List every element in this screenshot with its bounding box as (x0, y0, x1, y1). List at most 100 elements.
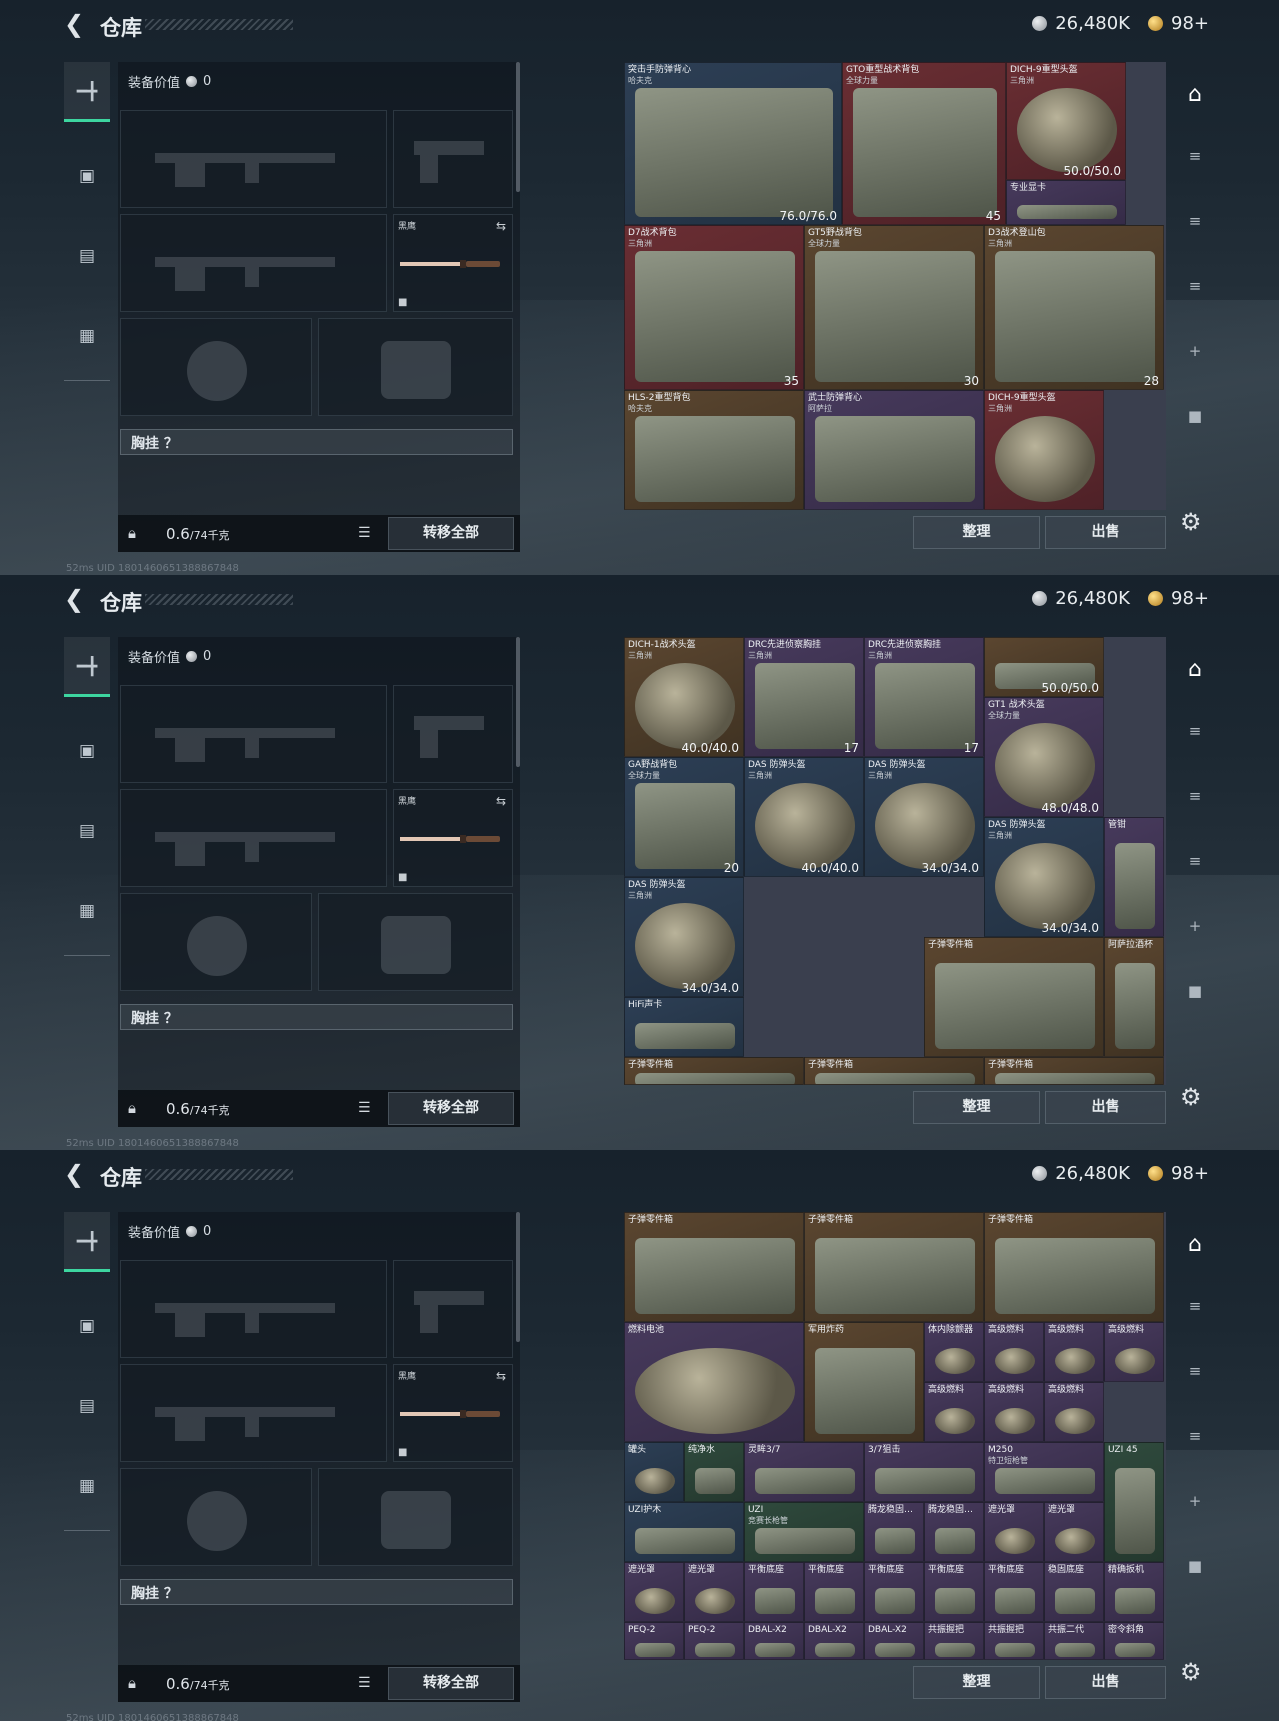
add-page-icon[interactable]: + (1172, 1492, 1218, 1510)
stash-page-2-icon[interactable]: ≡ (1172, 1297, 1218, 1315)
nav-item-weapons[interactable]: ━╋ (64, 637, 110, 697)
inventory-item[interactable]: 遮光罩 (684, 1562, 744, 1622)
scrollbar[interactable] (516, 637, 520, 767)
melee-slot[interactable]: 黑鹰 ⇆ ■ (393, 789, 513, 887)
inventory-item[interactable]: 平衡底座 (864, 1562, 924, 1622)
inventory-item[interactable]: DRC先进侦察胸挂 三角洲 17 (744, 637, 864, 757)
inventory-item[interactable]: 子弹零件箱 (624, 1057, 804, 1085)
inventory-item[interactable]: 高级燃料 (1044, 1322, 1104, 1382)
back-arrow-icon[interactable]: ❮ (64, 12, 84, 36)
secondary-weapon-slot[interactable] (120, 1364, 387, 1462)
stash-page-2-icon[interactable]: ≡ (1172, 722, 1218, 740)
stash-home-icon[interactable]: ⌂ (1172, 82, 1218, 107)
armor-slot[interactable] (318, 893, 513, 991)
scrollbar[interactable] (516, 62, 520, 192)
inventory-item[interactable]: HiFi声卡 (624, 997, 744, 1057)
swap-icon[interactable]: ⇆ (496, 1369, 506, 1383)
inventory-item[interactable]: 遮光罩 (984, 1502, 1044, 1562)
armor-slot[interactable] (318, 1468, 513, 1566)
inventory-item[interactable]: HLS-2重型背包 哈夫克 (624, 390, 804, 510)
inventory-item[interactable]: 50.0/50.0 (984, 637, 1104, 697)
chest-rig-slot[interactable]: 胸挂 ？ (120, 1579, 513, 1605)
inventory-item[interactable]: 军用炸药 (804, 1322, 924, 1442)
sort-button[interactable]: 整理 (913, 1091, 1040, 1124)
sidearm-slot[interactable] (393, 1260, 513, 1358)
swap-icon[interactable]: ⇆ (496, 794, 506, 808)
nav-item-backpack[interactable]: ▤ (64, 801, 110, 861)
inventory-item[interactable]: 共振握把 (984, 1622, 1044, 1660)
sidearm-slot[interactable] (393, 110, 513, 208)
lock-icon[interactable]: 🔒︎ (128, 1674, 136, 1692)
inventory-item[interactable]: GT1 战术头盔 全球力量 48.0/48.0 (984, 697, 1104, 817)
inventory-item[interactable]: GA野战背包 全球力量 20 (624, 757, 744, 877)
add-page-icon[interactable]: + (1172, 342, 1218, 360)
inventory-item[interactable]: DAS 防弹头盔 三角洲 34.0/34.0 (864, 757, 984, 877)
sidearm-slot[interactable] (393, 685, 513, 783)
helmet-slot[interactable] (120, 1468, 312, 1566)
inventory-item[interactable]: 3/7狙击 (864, 1442, 984, 1502)
nav-item-case[interactable]: ▦ (64, 306, 110, 366)
primary-weapon-slot[interactable] (120, 1260, 387, 1358)
stash-page-4-icon[interactable]: ≡ (1172, 1427, 1218, 1445)
primary-weapon-slot[interactable] (120, 110, 387, 208)
inventory-item[interactable]: 子弹零件箱 (624, 1212, 804, 1322)
stash-page-4-icon[interactable]: ≡ (1172, 852, 1218, 870)
inventory-item[interactable]: 共振握把 (924, 1622, 984, 1660)
sort-button[interactable]: 整理 (913, 1666, 1040, 1699)
swap-icon[interactable]: ⇆ (496, 219, 506, 233)
inventory-item[interactable]: 腾龙稳固… (924, 1502, 984, 1562)
primary-weapon-slot[interactable] (120, 685, 387, 783)
inventory-item[interactable]: D7战术背包 三角洲 35 (624, 225, 804, 390)
inventory-item[interactable]: 高级燃料 (1044, 1382, 1104, 1442)
inventory-item[interactable]: 高级燃料 (924, 1382, 984, 1442)
inventory-item[interactable]: UZI护木 (624, 1502, 744, 1562)
nav-item-armor[interactable]: ▣ (64, 721, 110, 781)
nav-item-case[interactable]: ▦ (64, 1456, 110, 1516)
transfer-all-button[interactable]: 转移全部 (388, 1667, 514, 1700)
list-icon[interactable]: ☰ (358, 1675, 371, 1691)
inventory-item[interactable]: 子弹零件箱 (804, 1057, 984, 1085)
stash-page-3-icon[interactable]: ≡ (1172, 787, 1218, 805)
inventory-item[interactable]: 子弹零件箱 (984, 1212, 1164, 1322)
transfer-all-button[interactable]: 转移全部 (388, 1092, 514, 1125)
inventory-item[interactable]: DAS 防弹头盔 三角洲 34.0/34.0 (984, 817, 1104, 937)
add-page-icon[interactable]: + (1172, 917, 1218, 935)
inventory-item[interactable]: 子弹零件箱 (984, 1057, 1164, 1085)
gear-icon[interactable]: ⚙ (1180, 1083, 1202, 1111)
inventory-item[interactable]: DAS 防弹头盔 三角洲 40.0/40.0 (744, 757, 864, 877)
helmet-slot[interactable] (120, 318, 312, 416)
inventory-item[interactable]: DICH-9重型头盔 三角洲 (984, 390, 1104, 510)
melee-slot[interactable]: 黑鹰 ⇆ ■ (393, 214, 513, 312)
gear-icon[interactable]: ⚙ (1180, 1658, 1202, 1686)
nav-item-case[interactable]: ▦ (64, 881, 110, 941)
sort-button[interactable]: 整理 (913, 516, 1040, 549)
inventory-item[interactable]: 平衡底座 (744, 1562, 804, 1622)
inventory-item[interactable]: DBAL-X2 (744, 1622, 804, 1660)
gear-icon[interactable]: ⚙ (1180, 508, 1202, 536)
inventory-item[interactable]: 高级燃料 (984, 1322, 1044, 1382)
inventory-item[interactable]: PEQ-2 (684, 1622, 744, 1660)
inventory-item[interactable]: M250 特卫短枪管 (984, 1442, 1104, 1502)
nav-item-armor[interactable]: ▣ (64, 1296, 110, 1356)
locked-page-icon[interactable]: ■ (1172, 1557, 1218, 1575)
inventory-item[interactable]: 精确扳机 (1104, 1562, 1164, 1622)
inventory-item[interactable]: 平衡底座 (804, 1562, 864, 1622)
stash-page-4-icon[interactable]: ≡ (1172, 277, 1218, 295)
inventory-item[interactable]: 管钳 (1104, 817, 1164, 937)
inventory-item[interactable]: UZI 竞赛长枪管 (744, 1502, 864, 1562)
sell-button[interactable]: 出售 (1045, 516, 1166, 549)
stash-page-2-icon[interactable]: ≡ (1172, 147, 1218, 165)
inventory-item[interactable]: 专业显卡 (1006, 180, 1126, 225)
inventory-item[interactable]: 燃料电池 (624, 1322, 804, 1442)
locked-page-icon[interactable]: ■ (1172, 982, 1218, 1000)
inventory-item[interactable]: 遮光罩 (624, 1562, 684, 1622)
inventory-item[interactable]: 共振二代 (1044, 1622, 1104, 1660)
lock-icon[interactable]: 🔒︎ (128, 524, 136, 542)
inventory-item[interactable]: 罐头 (624, 1442, 684, 1502)
inventory-item[interactable]: DRC先进侦察胸挂 三角洲 17 (864, 637, 984, 757)
inventory-item[interactable]: 突击手防弹背心 哈夫克 76.0/76.0 (624, 62, 842, 225)
transfer-all-button[interactable]: 转移全部 (388, 517, 514, 550)
locked-page-icon[interactable]: ■ (1172, 407, 1218, 425)
armor-slot[interactable] (318, 318, 513, 416)
inventory-item[interactable]: 平衡底座 (984, 1562, 1044, 1622)
